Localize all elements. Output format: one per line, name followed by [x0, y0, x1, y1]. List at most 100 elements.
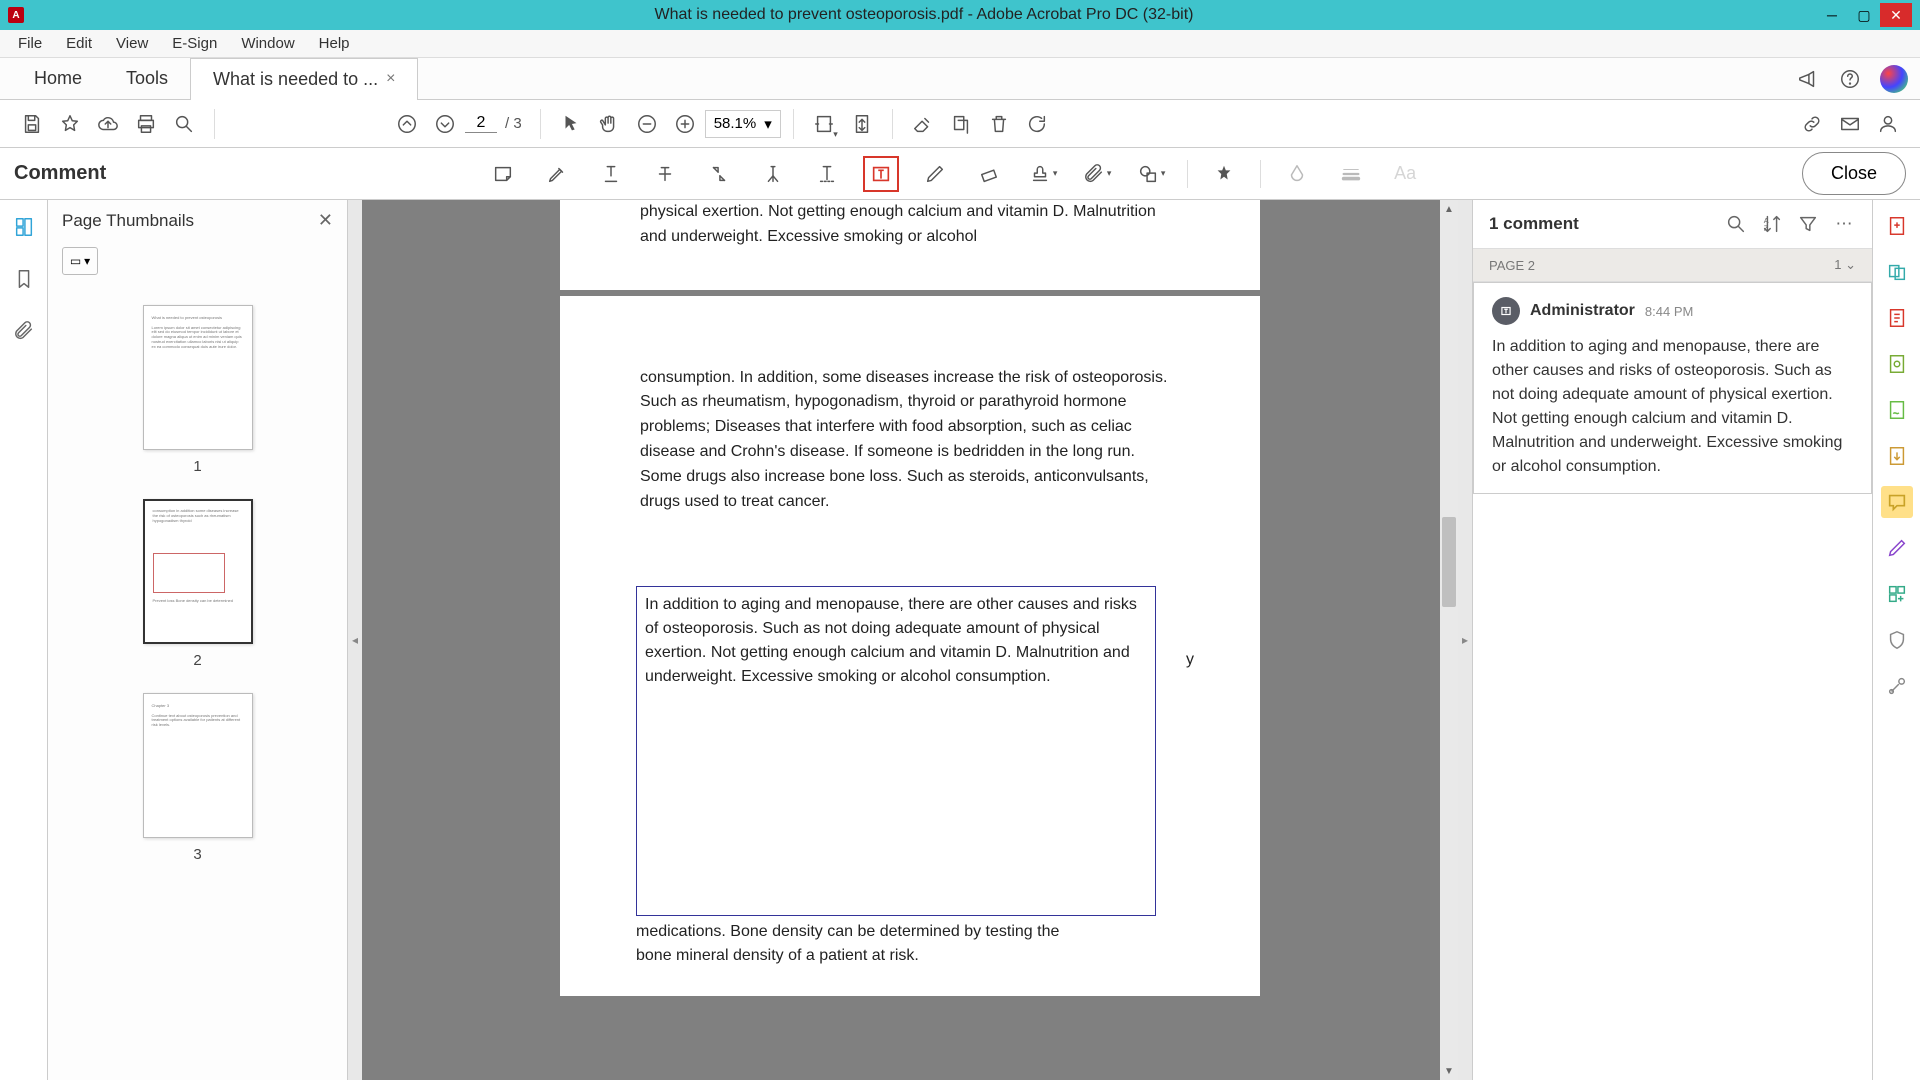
zoom-out-icon[interactable]	[629, 106, 665, 142]
comments-page-divider[interactable]: PAGE 2 1 ⌄	[1473, 248, 1872, 282]
thumbnails-close-icon[interactable]: ✕	[318, 210, 333, 231]
color-picker-icon[interactable]	[1279, 156, 1315, 192]
request-signatures-tool-icon[interactable]	[1881, 348, 1913, 380]
replace-text-icon[interactable]	[701, 156, 737, 192]
tab-document-close-icon[interactable]: ×	[386, 70, 395, 88]
app-icon: A	[8, 7, 24, 23]
tab-document[interactable]: What is needed to ... ×	[190, 58, 418, 100]
export-pdf-tool-icon[interactable]	[1881, 440, 1913, 472]
line-thickness-icon[interactable]	[1333, 156, 1369, 192]
text-box-content: In addition to aging and menopause, ther…	[645, 596, 1137, 685]
help-icon[interactable]	[1838, 67, 1862, 91]
vertical-scrollbar[interactable]: ▲ ▼	[1440, 200, 1458, 1080]
stamp-icon[interactable]: ▾	[1025, 156, 1061, 192]
text-box-icon[interactable]	[863, 156, 899, 192]
text-box-annotation[interactable]: In addition to aging and menopause, ther…	[636, 586, 1156, 916]
thumbnail-page-2[interactable]: consumption in addition some diseases in…	[143, 499, 253, 669]
protect-tool-icon[interactable]	[1881, 624, 1913, 656]
page-number-input[interactable]	[465, 114, 497, 133]
drawing-shapes-icon[interactable]: ▾	[1133, 156, 1169, 192]
account-avatar[interactable]	[1880, 65, 1908, 93]
left-nav-strip	[0, 200, 48, 1080]
menu-window[interactable]: Window	[231, 31, 304, 56]
crop-pages-icon[interactable]	[943, 106, 979, 142]
strikethrough-icon[interactable]	[647, 156, 683, 192]
zoom-dropdown[interactable]: 58.1% ▾	[705, 110, 781, 138]
paragraph-1: consumption. In addition, some diseases …	[640, 366, 1180, 515]
comment-type-icon	[1492, 297, 1520, 325]
search-icon[interactable]	[166, 106, 202, 142]
megaphone-icon[interactable]	[1796, 67, 1820, 91]
add-text-comment-icon[interactable]	[809, 156, 845, 192]
text-properties-icon[interactable]: Aa	[1387, 156, 1423, 192]
close-window-button[interactable]: ✕	[1880, 3, 1912, 27]
sticky-note-icon[interactable]	[485, 156, 521, 192]
prev-page-text: physical exertion. Not getting enough ca…	[640, 203, 1156, 245]
collapse-right-panel-handle[interactable]: ▸	[1458, 200, 1472, 1080]
page-down-icon[interactable]	[427, 106, 463, 142]
edit-pdf-tool-icon[interactable]	[1881, 302, 1913, 334]
menu-help[interactable]: Help	[309, 31, 360, 56]
menu-view[interactable]: View	[106, 31, 158, 56]
create-pdf-tool-icon[interactable]	[1881, 210, 1913, 242]
thumbnail-page-1[interactable]: What is needed to prevent osteoporosisLo…	[143, 305, 253, 475]
page-scroll-icon[interactable]	[844, 106, 880, 142]
attachments-nav-icon[interactable]	[11, 318, 37, 344]
thumbnails-nav-icon[interactable]	[11, 214, 37, 240]
search-comments-icon[interactable]	[1724, 212, 1748, 236]
zoom-in-icon[interactable]	[667, 106, 703, 142]
star-icon[interactable]	[52, 106, 88, 142]
page-up-icon[interactable]	[389, 106, 425, 142]
menubar: File Edit View E-Sign Window Help	[0, 30, 1920, 58]
tab-home[interactable]: Home	[12, 58, 104, 99]
delete-icon[interactable]	[981, 106, 1017, 142]
scroll-down-arrow-icon[interactable]: ▼	[1440, 1062, 1458, 1080]
menu-esign[interactable]: E-Sign	[162, 31, 227, 56]
combine-files-tool-icon[interactable]	[1881, 256, 1913, 288]
menu-file[interactable]: File	[8, 31, 52, 56]
thumbnails-options-button[interactable]: ▭▾	[62, 247, 98, 275]
paragraph-below: medications. Bone density can be determi…	[636, 916, 1176, 970]
more-tools-icon[interactable]	[1881, 670, 1913, 702]
keep-tool-selected-icon[interactable]	[1206, 156, 1242, 192]
comment-item[interactable]: Administrator 8:44 PM In addition to agi…	[1473, 282, 1872, 494]
print-icon[interactable]	[128, 106, 164, 142]
comments-options-icon[interactable]: ⋯	[1832, 212, 1856, 236]
comment-tool-icon[interactable]	[1881, 486, 1913, 518]
rotate-icon[interactable]	[1019, 106, 1055, 142]
filter-comments-icon[interactable]	[1796, 212, 1820, 236]
maximize-button[interactable]: ▢	[1848, 3, 1880, 27]
scroll-up-arrow-icon[interactable]: ▲	[1440, 200, 1458, 218]
scan-ocr-tool-icon[interactable]	[1881, 532, 1913, 564]
workspace: Page Thumbnails ✕ ▭▾ What is needed to p…	[0, 200, 1920, 1080]
sort-comments-icon[interactable]: AZ	[1760, 212, 1784, 236]
scrollbar-thumb[interactable]	[1442, 517, 1456, 607]
insert-text-caret-icon[interactable]	[755, 156, 791, 192]
attach-file-icon[interactable]: ▾	[1079, 156, 1115, 192]
share-people-icon[interactable]	[1870, 106, 1906, 142]
thumbnail-page-3[interactable]: Chapter 3Continue text about osteoporosi…	[143, 693, 253, 863]
minimize-button[interactable]: ─	[1816, 3, 1848, 27]
selection-arrow-icon[interactable]	[553, 106, 589, 142]
organize-pages-tool-icon[interactable]	[1881, 578, 1913, 610]
save-icon[interactable]	[14, 106, 50, 142]
fill-sign-tool-icon[interactable]	[1881, 394, 1913, 426]
eraser-icon[interactable]	[905, 106, 941, 142]
underline-text-icon[interactable]	[593, 156, 629, 192]
email-icon[interactable]	[1832, 106, 1868, 142]
pencil-draw-icon[interactable]	[917, 156, 953, 192]
main-toolbar: / 3 58.1% ▾ ▾	[0, 100, 1920, 148]
page-2-canvas[interactable]: consumption. In addition, some diseases …	[560, 296, 1260, 996]
highlight-icon[interactable]	[539, 156, 575, 192]
close-comment-button[interactable]: Close	[1802, 152, 1906, 195]
menu-edit[interactable]: Edit	[56, 31, 102, 56]
hand-pan-icon[interactable]	[591, 106, 627, 142]
document-area[interactable]: physical exertion. Not getting enough ca…	[362, 200, 1458, 1080]
share-link-icon[interactable]	[1794, 106, 1830, 142]
fit-width-icon[interactable]: ▾	[806, 106, 842, 142]
bookmark-nav-icon[interactable]	[11, 266, 37, 292]
tab-tools[interactable]: Tools	[104, 58, 190, 99]
erase-drawing-icon[interactable]	[971, 156, 1007, 192]
cloud-upload-icon[interactable]	[90, 106, 126, 142]
collapse-left-panel-handle[interactable]: ◂	[348, 200, 362, 1080]
